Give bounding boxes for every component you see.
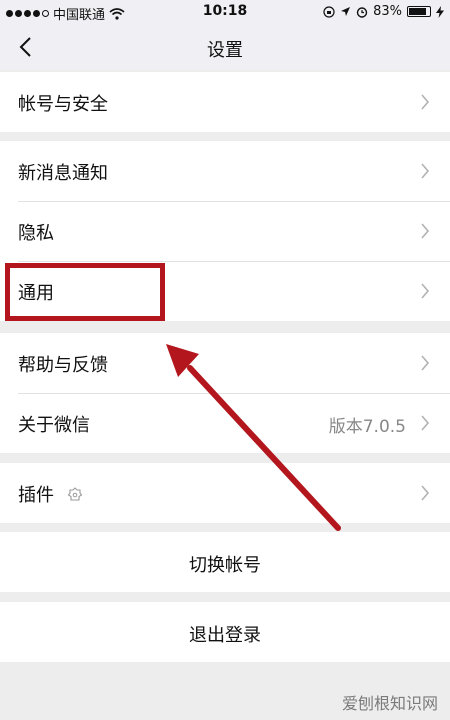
chevron-right-icon [421,223,430,239]
settings-group-account: 帐号与安全 [0,72,450,132]
settings-item-label: 隐私 [18,223,54,244]
chevron-right-icon [421,355,430,371]
settings-group-plugins: 插件 [0,463,450,523]
switch-account-label: 切换帐号 [189,555,261,576]
version-value: 版本7.0.5 [328,417,406,437]
charging-icon [436,5,444,18]
status-bar: 中国联通 10:18 83% [0,0,450,24]
chevron-left-icon [19,37,31,57]
settings-item-label: 帮助与反馈 [18,355,108,376]
watermark: 爱刨根知识网 [341,694,438,713]
logout-group: 退出登录 [0,602,450,662]
plugin-icon [67,487,83,501]
settings-item-label: 新消息通知 [18,163,108,184]
settings-item-help-feedback[interactable]: 帮助与反馈 [0,333,450,393]
status-right: 83% [323,4,444,19]
settings-item-label: 插件 [18,485,54,506]
location-icon [341,7,351,16]
chevron-right-icon [421,415,430,431]
chevron-right-icon [421,94,430,110]
settings-group-help: 帮助与反馈 关于微信 版本7.0.5 [0,333,450,453]
switch-account-button[interactable]: 切换帐号 [0,532,450,592]
battery-icon [407,6,431,17]
orientation-lock-icon [323,5,335,18]
settings-item-account-security[interactable]: 帐号与安全 [0,72,450,132]
logout-label: 退出登录 [189,625,261,646]
back-button[interactable] [10,30,44,64]
settings-item-label: 帐号与安全 [18,94,108,115]
settings-item-privacy[interactable]: 隐私 [0,201,450,261]
navigation-bar: 设置 [0,24,450,70]
chevron-right-icon [421,485,430,501]
battery-percent: 83% [373,4,402,19]
logout-button[interactable]: 退出登录 [0,602,450,662]
switch-account-group: 切换帐号 [0,532,450,592]
highlight-box [5,263,165,321]
alarm-icon [356,6,368,18]
settings-item-notifications[interactable]: 新消息通知 [0,141,450,201]
chevron-right-icon [421,163,430,179]
settings-item-about[interactable]: 关于微信 版本7.0.5 [0,393,450,453]
chevron-right-icon [421,283,430,299]
page-title: 设置 [207,40,243,61]
settings-item-plugins[interactable]: 插件 [0,463,450,523]
settings-item-label: 关于微信 [18,415,90,436]
